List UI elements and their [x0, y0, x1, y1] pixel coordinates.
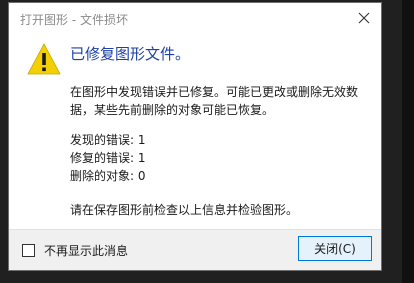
close-icon[interactable] [353, 7, 375, 29]
background-edge [402, 0, 414, 283]
errors-fixed-text: 修复的错误: 1 [70, 151, 146, 165]
title-bar: 打开图形 - 文件损坏 [9, 3, 381, 33]
file-corrupt-dialog: 打开图形 - 文件损坏 已修复图形文件。 在图形中发现错误并已修复。可能已更改或… [8, 2, 382, 271]
warning-icon [27, 43, 61, 75]
objects-deleted-text: 删除的对象: 0 [70, 169, 146, 183]
dialog-headline: 已修复图形文件。 [70, 45, 191, 63]
advice-text: 请在保存图形前检查以上信息并检验图形。 [70, 203, 299, 217]
dialog-description: 在图形中发现错误并已修复。可能已更改或删除无效数据，某些先前删除的对象可能已恢复… [70, 85, 359, 117]
errors-found-text: 发现的错误: 1 [70, 133, 146, 147]
close-button[interactable]: 关闭(C) [298, 236, 372, 261]
window-title: 打开图形 - 文件损坏 [20, 13, 128, 27]
dont-show-again-label[interactable]: 不再显示此消息 [44, 242, 128, 259]
dialog-footer: 不再显示此消息 关闭(C) [9, 229, 381, 270]
dont-show-again-checkbox[interactable] [22, 244, 35, 257]
